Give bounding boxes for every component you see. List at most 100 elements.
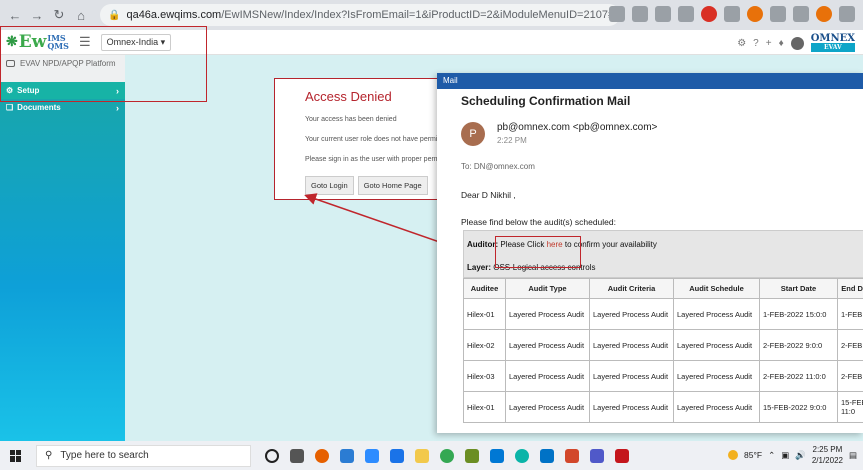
cell: 1-FEB [837,298,863,330]
back-icon[interactable]: ← [6,6,24,24]
cell: 2-FEB-2022 11:0:0 [759,360,838,392]
mail-intro: Please find below the audit(s) scheduled… [461,217,616,227]
extension-doc-icon[interactable] [724,6,740,22]
extension-abp-icon[interactable] [701,6,717,22]
table-row: Hilex-03 Layered Process Audit Layered P… [463,360,863,392]
system-tray: 85°F ⌃ ▣ 🔊 2:25 PM 2/1/2022 ▤ [728,444,857,466]
denied-line-2: Your current user role does not have per… [305,136,446,143]
sender-address: pb@omnex.com <pb@omnex.com> [497,122,658,133]
home-icon[interactable]: ⌂ [72,6,90,24]
clock-date: 2/1/2022 [811,456,843,465]
app-green-icon[interactable] [465,448,479,463]
table-row: Hilex-01 Layered Process Audit Layered P… [463,298,863,330]
cell: 2-FEB-2022 9:0:0 [759,329,838,361]
add-icon[interactable]: + [766,38,772,49]
task-view-icon[interactable] [290,448,304,463]
cell: Layered Process Audit [589,329,674,361]
col-header: Start Date [759,278,838,299]
annotation-box-header [0,26,207,102]
outlook-icon[interactable] [540,448,554,463]
notifications-icon[interactable]: ▤ [849,450,857,461]
share-icon[interactable] [655,6,671,22]
taskbar-search[interactable]: ⚲ Type here to search [36,444,251,467]
cell: Hilex-03 [463,360,506,392]
teams-icon[interactable] [590,448,604,463]
sidebar: EVAV NPD/APQP Platform ⚙ Setup › ❏ Docum… [0,55,125,441]
col-header: Auditee [463,278,506,299]
cell: Layered Process Audit [673,391,760,423]
clock[interactable]: 2:25 PM 2/1/2022 [812,444,843,466]
reload-icon[interactable]: ↻ [50,6,68,24]
goto-home-button[interactable]: Goto Home Page [357,176,428,195]
taskbar: ⚲ Type here to search 85°F ⌃ ▣ 🔊 2:25 PM… [0,441,863,470]
weather-icon[interactable] [728,450,739,460]
omnex-brand-logo: OMNEX EVAV [810,33,855,52]
cell: 1-FEB-2022 15:0:0 [759,298,838,330]
network-icon[interactable]: ▣ [781,450,789,461]
settings-gear-icon[interactable]: ⚙ [737,38,746,49]
menu-kebab-icon[interactable] [839,6,855,22]
chrome-icon[interactable] [440,448,454,463]
table-row: Hilex-02 Layered Process Audit Layered P… [463,329,863,361]
lock-icon: 🔒 [108,9,121,21]
auditor-label: Auditor: [467,240,499,249]
mail-to: To: DN@omnex.com [461,162,535,171]
address-bar[interactable]: 🔒 qa46a.ewqims.com/EwIMSNew/Index/Index?… [100,4,620,26]
url-path: /EwIMSNew/Index/Index?IsFromEmail=1&iPro… [221,9,615,21]
extension-puzzle-icon[interactable] [770,6,786,22]
tray-chevron-icon[interactable]: ⌃ [768,450,775,461]
acrobat-icon[interactable] [615,448,629,463]
app-icon[interactable] [340,448,354,463]
sender-time: 2:22 PM [497,136,527,145]
col-header: Audit Type [505,278,590,299]
cell: Layered Process Audit [505,391,590,423]
denied-line-3: Please sign in as the user with proper p… [305,156,446,163]
cell: Layered Process Audit [589,391,674,423]
cell: Layered Process Audit [505,360,590,392]
cell: Layered Process Audit [673,360,760,392]
edge-icon[interactable] [515,448,529,463]
volume-icon[interactable]: 🔊 [795,450,806,461]
sidebar-item-label: Documents [17,103,61,112]
layer-label: Layer: [467,263,492,272]
denied-line-1: Your access has been denied [305,116,397,123]
col-header: End Date [837,278,863,299]
access-denied-title: Access Denied [305,89,392,104]
zoom-icon[interactable] [632,6,648,22]
cell: Hilex-02 [463,329,506,361]
bookmark-star-icon[interactable] [678,6,694,22]
files-icon[interactable] [390,448,404,463]
chevron-right-icon: › [116,102,119,113]
mail-greeting: Dear D Nikhil , [461,190,516,200]
cell: Hilex-01 [463,391,506,423]
extension-chrome-icon[interactable] [747,6,763,22]
profile-avatar[interactable] [816,6,832,22]
col-header: Audit Criteria [589,278,674,299]
table-row: Hilex-01 Layered Process Audit Layered P… [463,391,863,423]
windows-start-icon[interactable] [10,449,22,462]
notification-bell-icon[interactable]: ♦ [779,38,784,49]
mail-subject: Scheduling Confirmation Mail [461,94,631,108]
cortana-icon[interactable] [265,448,279,463]
cell: 2-FEB [837,360,863,392]
defender-icon[interactable] [490,448,504,463]
mail-titlebar: Mail [437,73,863,89]
forward-icon[interactable]: → [28,6,46,24]
annotation-box-link [495,236,581,268]
firefox-icon[interactable] [315,448,329,463]
user-avatar[interactable] [790,36,804,50]
zoom-app-icon[interactable] [365,448,379,463]
reading-list-icon[interactable] [793,6,809,22]
office-icon[interactable] [565,448,579,463]
cell: 2-FEB [837,329,863,361]
cell: Layered Process Audit [673,329,760,361]
weather-temp: 85°F [744,450,763,460]
cell: Layered Process Audit [505,298,590,330]
search-placeholder: Type here to search [60,450,149,461]
table-header-row: Auditee Audit Type Audit Criteria Audit … [463,278,863,299]
help-icon[interactable]: ? [753,38,759,49]
goto-login-button[interactable]: Goto Login [305,176,354,195]
audit-table: Auditee Audit Type Audit Criteria Audit … [463,278,863,423]
key-icon[interactable] [609,6,625,22]
file-explorer-icon[interactable] [415,448,429,463]
